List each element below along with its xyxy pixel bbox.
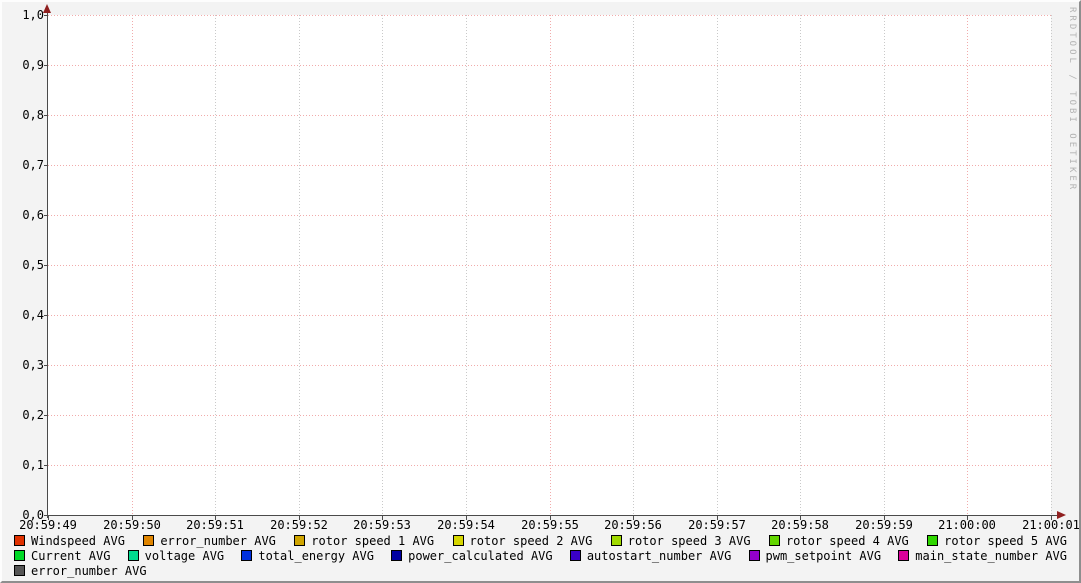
legend-item: rotor speed 2 AVG [453, 534, 593, 548]
y-tick-label: 0,5 [2, 258, 44, 272]
legend-item: Windspeed AVG [14, 534, 125, 548]
legend-color-swatch [769, 535, 780, 546]
watermark: RRDTOOL / TOBI OETIKER [1067, 7, 1077, 192]
x-gridline [132, 15, 133, 515]
legend-color-swatch [241, 550, 252, 561]
x-gridline [967, 15, 968, 515]
x-gridline [633, 15, 634, 515]
y-tick-label: 0,4 [2, 308, 44, 322]
legend-color-swatch [453, 535, 464, 546]
y-axis-line [47, 8, 48, 518]
x-gridline [800, 15, 801, 515]
y-axis-arrow-icon [43, 4, 51, 13]
legend-label: power_calculated AVG [408, 549, 553, 563]
legend-row: Current AVG voltage AVG total_energy AVG po… [14, 548, 1067, 563]
legend-color-swatch [391, 550, 402, 561]
legend-item: rotor speed 1 AVG [294, 534, 434, 548]
legend-label: total_energy AVG [258, 549, 374, 563]
legend-label: rotor speed 1 AVG [311, 534, 434, 548]
legend-item: autostart_number AVG [570, 549, 732, 563]
legend-item: total_energy AVG [241, 549, 374, 563]
legend-label: voltage AVG [145, 549, 224, 563]
legend-label: rotor speed 5 AVG [944, 534, 1067, 548]
legend-label: rotor speed 2 AVG [470, 534, 593, 548]
legend-label: rotor speed 4 AVG [786, 534, 909, 548]
legend-item: error_number AVG [14, 564, 147, 578]
y-tick-label: 0,7 [2, 158, 44, 172]
x-gridline [299, 15, 300, 515]
y-tick-label: 1,0 [2, 8, 44, 22]
legend-color-swatch [14, 565, 25, 576]
legend-label: autostart_number AVG [587, 549, 732, 563]
legend-color-swatch [611, 535, 622, 546]
y-tick-label: 0,8 [2, 108, 44, 122]
x-gridline [884, 15, 885, 515]
x-axis-arrow-icon [1057, 511, 1066, 519]
legend-item: pwm_setpoint AVG [749, 549, 882, 563]
legend-label: pwm_setpoint AVG [766, 549, 882, 563]
y-tick-label: 0,3 [2, 358, 44, 372]
legend: Windspeed AVG error_number AVG rotor speed… [14, 531, 1067, 578]
legend-label: error_number AVG [160, 534, 276, 548]
x-gridline [717, 15, 718, 515]
legend-label: Current AVG [31, 549, 110, 563]
legend-color-swatch [570, 550, 581, 561]
legend-color-swatch [143, 535, 154, 546]
y-tick-label: 0,6 [2, 208, 44, 222]
legend-item: Current AVG [14, 549, 110, 563]
legend-item: error_number AVG [143, 534, 276, 548]
rrdtool-graph: 1,00,90,80,70,60,50,40,30,20,10,0 20:59:… [0, 0, 1081, 583]
x-gridline [550, 15, 551, 515]
x-gridline [382, 15, 383, 515]
x-axis-line [44, 515, 1057, 516]
legend-label: rotor speed 3 AVG [628, 534, 751, 548]
legend-color-swatch [749, 550, 760, 561]
y-tick-label: 0,9 [2, 58, 44, 72]
legend-item: main_state_number AVG [898, 549, 1067, 563]
legend-color-swatch [14, 535, 25, 546]
x-gridline [1051, 15, 1052, 515]
x-gridline [215, 15, 216, 515]
legend-item: power_calculated AVG [391, 549, 553, 563]
legend-item: rotor speed 5 AVG [927, 534, 1067, 548]
legend-label: Windspeed AVG [31, 534, 125, 548]
legend-color-swatch [927, 535, 938, 546]
y-tick-label: 0,1 [2, 458, 44, 472]
legend-color-swatch [14, 550, 25, 561]
legend-item: voltage AVG [128, 549, 224, 563]
legend-color-swatch [898, 550, 909, 561]
legend-color-swatch [128, 550, 139, 561]
legend-item: rotor speed 3 AVG [611, 534, 751, 548]
x-gridline [466, 15, 467, 515]
legend-row: Windspeed AVG error_number AVG rotor speed… [14, 533, 1067, 548]
legend-label: main_state_number AVG [915, 549, 1067, 563]
legend-label: error_number AVG [31, 564, 147, 578]
legend-item: rotor speed 4 AVG [769, 534, 909, 548]
legend-color-swatch [294, 535, 305, 546]
y-tick-label: 0,2 [2, 408, 44, 422]
legend-row: error_number AVG [14, 563, 1067, 578]
